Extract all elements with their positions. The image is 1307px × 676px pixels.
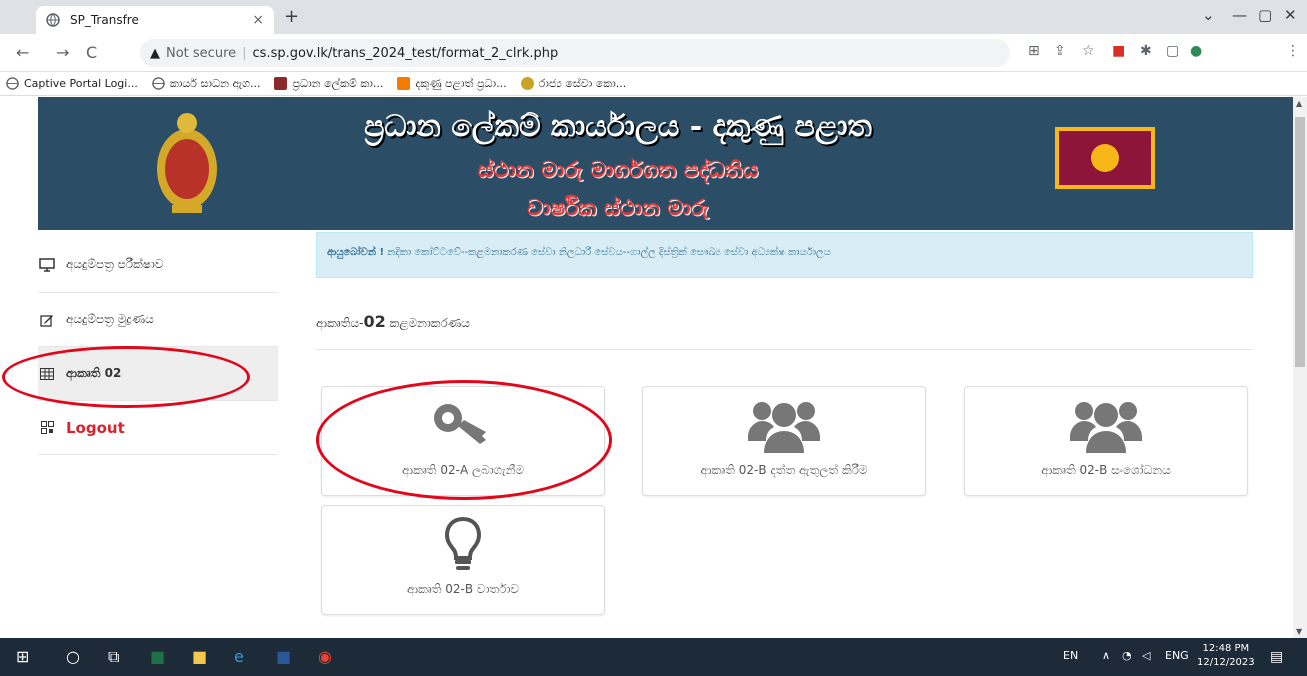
address-toolbar: ← → C ▲ Not secure | cs.sp.gov.lk/trans_… — [0, 34, 1307, 72]
new-tab-button[interactable]: + — [284, 6, 299, 27]
browser-tab[interactable]: SP_Transfre × — [36, 6, 274, 34]
vertical-scrollbar[interactable]: ▲ ▼ — [1293, 97, 1307, 638]
sidebar-item-label: අයදුම්පත්‍ර පරීක්ෂාව — [66, 257, 164, 271]
side-panel-icon[interactable]: ▢ — [1166, 43, 1179, 59]
users-icon — [965, 395, 1247, 455]
card-label: ආකෘති 02-B සංශෝධනය — [1041, 463, 1171, 477]
national-flag-icon — [1055, 127, 1155, 189]
taskbar-clock[interactable]: 12:48 PM 12/12/2023 — [1197, 642, 1255, 670]
close-tab-icon[interactable]: × — [252, 12, 264, 28]
sidebar-item-print-applications[interactable]: අයදුම්පත්‍ර මුද්‍රණය — [38, 293, 278, 347]
word-icon[interactable]: ■ — [276, 647, 291, 666]
task-view-icon[interactable]: ⧉ — [108, 647, 119, 667]
card-form-02b-data-entry[interactable]: ආකෘති 02-B දත්ත ඇතුලත් කිරීම — [642, 386, 926, 496]
wifi-icon[interactable]: ◔ — [1122, 649, 1132, 662]
site-banner: ප්‍රධාන ලේකම් කාර්යාලය - දකුණු පළාත ස්ථා… — [38, 97, 1293, 230]
file-explorer-icon[interactable]: ■ — [192, 647, 207, 666]
sidebar-item-logout[interactable]: Logout — [38, 401, 278, 455]
banner-subtitle-2: වාර්ෂික ස්ථාන මාරු — [527, 195, 709, 221]
edge-icon[interactable]: e — [234, 647, 244, 666]
input-language[interactable]: ENG — [1165, 649, 1189, 662]
key-icon — [322, 395, 604, 455]
warning-icon: ▲ — [150, 45, 160, 61]
bookmark-star-icon[interactable]: ☆ — [1082, 43, 1095, 59]
sidebar-nav: අයදුම්පත්‍ර පරීක්ෂාව අයදුම්පත්‍ර මුද්‍රණ… — [38, 237, 278, 455]
extensions-icon[interactable]: ✱ — [1140, 43, 1152, 59]
windows-taskbar: ⊞ ○ ⧉ ■ ■ e ■ ◉ EN ∧ ◔ ◁ ENG 12:48 PM 12… — [0, 638, 1307, 676]
card-label: ආකෘති 02-B වාර්තාව — [406, 582, 520, 596]
sidebar-item-label: ආකෘති 02 — [66, 366, 122, 380]
section-heading: ආකෘතිය-02 කළමනාකරණය — [316, 312, 470, 331]
globe-icon — [6, 77, 19, 90]
share-icon[interactable]: ⇪ — [1054, 43, 1066, 59]
divider — [316, 349, 1253, 350]
close-window-button[interactable]: ✕ — [1284, 6, 1297, 24]
maximize-button[interactable]: ▢ — [1258, 6, 1272, 24]
notifications-icon[interactable]: ▤ — [1270, 649, 1283, 665]
users-icon — [643, 395, 925, 455]
scrollbar-thumb[interactable] — [1295, 117, 1305, 367]
minimize-button[interactable]: — — [1232, 6, 1247, 24]
globe-icon — [46, 13, 60, 27]
bookmarks-bar: Captive Portal Logi... කාර්ය සාධන ඇග... … — [0, 72, 1307, 96]
card-label: ආකෘති 02-B දත්ත ඇතුලත් කිරීම — [700, 463, 868, 477]
tray-chevron-icon[interactable]: ∧ — [1102, 649, 1110, 662]
address-bar[interactable]: ▲ Not secure | cs.sp.gov.lk/trans_2024_t… — [140, 39, 1010, 67]
bookmark-item[interactable]: දකුණු පළාත් ප්‍රධා... — [397, 77, 507, 91]
sidebar-item-form-02[interactable]: ආකෘති 02 — [38, 347, 278, 401]
windows-start-icon[interactable]: ⊞ — [16, 647, 29, 666]
monitor-icon — [38, 257, 56, 272]
card-form-02b-revision[interactable]: ආකෘති 02-B සංශෝධනය — [964, 386, 1248, 496]
welcome-alert: ආයුබෝවන් ! නදිකා කෝට්ටවේ--කළමනාකරණ සේවා … — [316, 232, 1253, 278]
alert-text: නදිකා කෝට්ටවේ--කළමනාකරණ සේවා නිලධාරී සේව… — [387, 247, 831, 258]
qr-icon — [38, 421, 56, 434]
scroll-up-icon[interactable]: ▲ — [1296, 99, 1302, 108]
search-icon[interactable]: ○ — [66, 647, 80, 666]
back-icon[interactable]: ← — [16, 43, 29, 62]
bookmark-item[interactable]: Captive Portal Logi... — [6, 77, 138, 90]
chrome-icon[interactable]: ◉ — [318, 647, 332, 666]
lightbulb-icon — [322, 514, 604, 574]
tab-search-icon[interactable]: ⌄ — [1202, 6, 1215, 24]
table-icon — [38, 367, 56, 380]
tab-title: SP_Transfre — [70, 13, 139, 27]
card-form-02b-report[interactable]: ආකෘති 02-B වාර්තාව — [321, 505, 605, 615]
logout-label: Logout — [66, 418, 125, 437]
security-status: Not secure — [166, 45, 237, 61]
alert-greeting: ආයුබෝවන් ! — [327, 247, 385, 258]
emblem-favicon-icon — [520, 77, 534, 90]
scroll-down-icon[interactable]: ▼ — [1296, 627, 1302, 636]
volume-icon[interactable]: ◁ — [1142, 649, 1150, 662]
input-language-short[interactable]: EN — [1063, 649, 1078, 662]
browser-tab-strip: SP_Transfre × + ⌄ — ▢ ✕ — [0, 0, 1307, 34]
bookmark-item[interactable]: ප්‍රධාන ලේකම් කා... — [274, 77, 383, 91]
card-form-02a-download[interactable]: ආකෘති 02-A ලබාගැනීම — [321, 386, 605, 496]
bookmark-item[interactable]: කාර්ය සාධන ඇග... — [152, 77, 260, 91]
translate-icon[interactable]: ⊞ — [1028, 43, 1040, 59]
globe-icon — [152, 77, 165, 90]
edit-icon — [38, 313, 56, 327]
profile-avatar[interactable]: ● — [1190, 43, 1202, 59]
pdf-extension-icon[interactable]: ■ — [1112, 43, 1125, 59]
bookmark-item[interactable]: රාජ්‍ය සේවා කො... — [520, 77, 626, 91]
sidebar-item-label: අයදුම්පත්‍ර මුද්‍රණය — [66, 312, 154, 326]
menu-icon[interactable]: ⋮ — [1286, 43, 1300, 59]
banner-title: ප්‍රධාන ලේකම් කාර්යාලය - දකුණු පළාත — [364, 109, 872, 144]
card-label: ආකෘති 02-A ලබාගැනීම — [402, 463, 524, 477]
excel-icon[interactable]: ■ — [150, 647, 165, 666]
url-text: cs.sp.gov.lk/trans_2024_test/format_2_cl… — [252, 45, 559, 61]
blogger-icon — [397, 77, 411, 90]
forward-icon[interactable]: → — [56, 43, 69, 62]
sidebar-item-check-applications[interactable]: අයදුම්පත්‍ර පරීක්ෂාව — [38, 237, 278, 293]
reload-icon[interactable]: C — [86, 43, 97, 62]
banner-subtitle: ස්ථාන මාරු මාර්ගගත පද්ධතිය — [477, 157, 759, 183]
national-emblem-icon — [157, 113, 217, 213]
address-separator: | — [242, 45, 247, 61]
bookmark-favicon-icon — [274, 77, 288, 90]
